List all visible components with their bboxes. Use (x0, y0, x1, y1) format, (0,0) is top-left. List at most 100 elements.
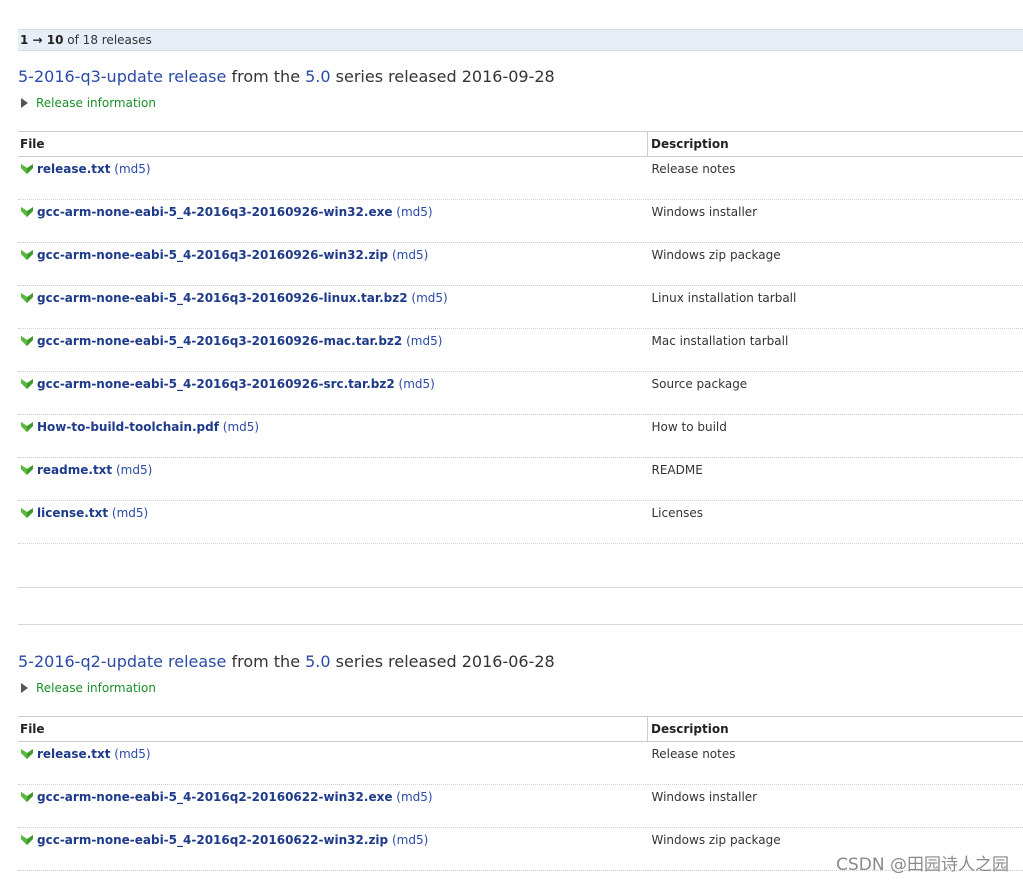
table-row: gcc-arm-none-eabi-5_4-2016q2-20160622-wi… (18, 784, 1023, 828)
file-download-link[interactable]: How-to-build-toolchain.pdf (37, 420, 219, 434)
file-cell: gcc-arm-none-eabi-5_4-2016q2-20160622-wi… (18, 784, 648, 828)
description-column-header: Description (647, 131, 1023, 157)
release-block: 5-2016-q3-update release from the 5.0 se… (18, 67, 1023, 544)
md5-link[interactable]: (md5) (392, 833, 428, 847)
md5-link[interactable]: (md5) (112, 506, 148, 520)
file-description: Windows installer (647, 199, 1023, 243)
file-download-link[interactable]: gcc-arm-none-eabi-5_4-2016q3-20160926-wi… (37, 205, 392, 219)
file-download-link[interactable]: license.txt (37, 506, 108, 520)
release-date: 2016-09-28 (461, 67, 555, 86)
download-arrow-icon (20, 834, 34, 846)
download-arrow-icon (20, 206, 34, 218)
file-column-header: File (18, 716, 648, 742)
release-series-text: series released (335, 652, 457, 671)
pagination-range: 1 → 10 (20, 33, 64, 47)
release-information-toggle[interactable]: Release information (18, 93, 1023, 113)
series-link[interactable]: 5.0 (305, 67, 330, 86)
download-arrow-icon (20, 163, 34, 175)
file-description: Mac installation tarball (647, 328, 1023, 372)
file-description: Linux installation tarball (647, 285, 1023, 329)
md5-link[interactable]: (md5) (223, 420, 259, 434)
table-row: readme.txt (md5) README (18, 457, 1023, 501)
table-row: license.txt (md5) Licenses (18, 500, 1023, 544)
md5-link[interactable]: (md5) (411, 291, 447, 305)
release-name-link[interactable]: 5-2016-q3-update release (18, 67, 226, 86)
table-row: How-to-build-toolchain.pdf (md5) How to b… (18, 414, 1023, 458)
release-title: 5-2016-q3-update release from the 5.0 se… (18, 67, 1023, 87)
table-row: gcc-arm-none-eabi-5_4-2016q3-20160926-wi… (18, 199, 1023, 243)
file-cell: gcc-arm-none-eabi-5_4-2016q3-20160926-wi… (18, 242, 648, 286)
download-arrow-icon (20, 791, 34, 803)
file-description: Licenses (647, 500, 1023, 544)
md5-link[interactable]: (md5) (392, 248, 428, 262)
release-block: 5-2016-q2-update release from the 5.0 se… (18, 652, 1023, 871)
md5-link[interactable]: (md5) (399, 377, 435, 391)
file-download-link[interactable]: release.txt (37, 747, 110, 761)
release-information-toggle[interactable]: Release information (18, 678, 1023, 698)
download-arrow-icon (20, 378, 34, 390)
release-information-label: Release information (36, 681, 156, 695)
file-cell: gcc-arm-none-eabi-5_4-2016q3-20160926-li… (18, 285, 648, 329)
disclosure-triangle-icon (21, 98, 28, 108)
release-from-text: from the (231, 67, 301, 86)
file-description: Windows zip package (647, 242, 1023, 286)
section-divider (18, 624, 1023, 625)
section-divider (18, 587, 1023, 588)
release-title: 5-2016-q2-update release from the 5.0 se… (18, 652, 1023, 672)
table-row: gcc-arm-none-eabi-5_4-2016q3-20160926-ma… (18, 328, 1023, 372)
file-cell: release.txt (md5) (18, 156, 648, 200)
table-row: gcc-arm-none-eabi-5_4-2016q3-20160926-wi… (18, 242, 1023, 286)
release-name-link[interactable]: 5-2016-q2-update release (18, 652, 226, 671)
download-arrow-icon (20, 335, 34, 347)
table-row: gcc-arm-none-eabi-5_4-2016q3-20160926-sr… (18, 371, 1023, 415)
md5-link[interactable]: (md5) (114, 747, 150, 761)
files-table: File Description release.txt (md5) Releas… (18, 716, 1023, 871)
md5-link[interactable]: (md5) (396, 790, 432, 804)
download-arrow-icon (20, 292, 34, 304)
release-information-label: Release information (36, 96, 156, 110)
file-cell: gcc-arm-none-eabi-5_4-2016q3-20160926-ma… (18, 328, 648, 372)
release-series-text: series released (335, 67, 457, 86)
md5-link[interactable]: (md5) (116, 463, 152, 477)
download-arrow-icon (20, 748, 34, 760)
file-description: How to build (647, 414, 1023, 458)
file-download-link[interactable]: gcc-arm-none-eabi-5_4-2016q3-20160926-li… (37, 291, 408, 305)
file-cell: readme.txt (md5) (18, 457, 648, 501)
md5-link[interactable]: (md5) (114, 162, 150, 176)
files-table: File Description release.txt (md5) Releas… (18, 131, 1023, 544)
file-cell: gcc-arm-none-eabi-5_4-2016q2-20160622-wi… (18, 827, 648, 871)
md5-link[interactable]: (md5) (406, 334, 442, 348)
file-download-link[interactable]: gcc-arm-none-eabi-5_4-2016q3-20160926-sr… (37, 377, 395, 391)
disclosure-triangle-icon (21, 683, 28, 693)
file-description: Windows installer (647, 784, 1023, 828)
file-download-link[interactable]: gcc-arm-none-eabi-5_4-2016q2-20160622-wi… (37, 790, 392, 804)
description-column-header: Description (647, 716, 1023, 742)
table-row: gcc-arm-none-eabi-5_4-2016q3-20160926-li… (18, 285, 1023, 329)
pagination-total: of 18 releases (67, 33, 152, 47)
file-download-link[interactable]: gcc-arm-none-eabi-5_4-2016q2-20160622-wi… (37, 833, 388, 847)
series-link[interactable]: 5.0 (305, 652, 330, 671)
download-arrow-icon (20, 421, 34, 433)
download-arrow-icon (20, 507, 34, 519)
file-cell: How-to-build-toolchain.pdf (md5) (18, 414, 648, 458)
file-cell: gcc-arm-none-eabi-5_4-2016q3-20160926-sr… (18, 371, 648, 415)
pagination-bar: 1 → 10 of 18 releases (18, 29, 1023, 51)
release-date: 2016-06-28 (461, 652, 555, 671)
file-cell: release.txt (md5) (18, 741, 648, 785)
file-download-link[interactable]: gcc-arm-none-eabi-5_4-2016q3-20160926-ma… (37, 334, 402, 348)
file-description: Release notes (647, 156, 1023, 200)
file-description: README (647, 457, 1023, 501)
watermark: CSDN @田园诗人之园 (836, 855, 1009, 875)
file-download-link[interactable]: readme.txt (37, 463, 112, 477)
file-download-link[interactable]: release.txt (37, 162, 110, 176)
download-arrow-icon (20, 464, 34, 476)
download-arrow-icon (20, 249, 34, 261)
md5-link[interactable]: (md5) (396, 205, 432, 219)
release-from-text: from the (231, 652, 301, 671)
file-column-header: File (18, 131, 648, 157)
file-cell: gcc-arm-none-eabi-5_4-2016q3-20160926-wi… (18, 199, 648, 243)
file-cell: license.txt (md5) (18, 500, 648, 544)
file-download-link[interactable]: gcc-arm-none-eabi-5_4-2016q3-20160926-wi… (37, 248, 388, 262)
file-description: Release notes (647, 741, 1023, 785)
table-row: release.txt (md5) Release notes (18, 741, 1023, 785)
